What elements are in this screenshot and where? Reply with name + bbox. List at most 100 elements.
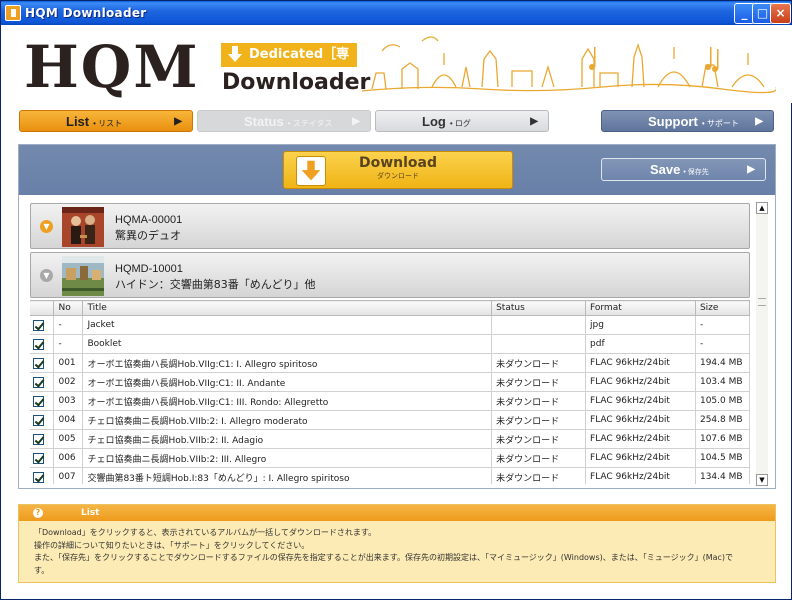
album-cover [62, 256, 104, 296]
cell-title: チェロ協奏曲ニ長調Hob.VIIb:2: III. Allegro [82, 448, 493, 468]
cell-no: 004 [53, 410, 84, 430]
tab-support[interactable]: Support • サポート ▶ [601, 110, 774, 132]
cell-status: 未ダウンロード [491, 391, 587, 411]
table-row[interactable]: 007 交響曲第83番ト短調Hob.I:83「めんどり」: I. Allegro … [30, 467, 751, 484]
save-button[interactable]: Save • 保存先 ▶ [601, 158, 766, 181]
tab-log-label: Log [422, 114, 446, 129]
panel-toolbar: Download ダウンロード Save • 保存先 ▶ [19, 145, 775, 195]
column-header-no[interactable]: No [53, 300, 84, 316]
cell-no: 001 [53, 353, 84, 373]
row-checkbox[interactable] [33, 339, 44, 350]
row-checkbox[interactable] [33, 453, 44, 464]
album-row[interactable]: ▼ HQMA-00001 驚異のデュオ [30, 203, 750, 249]
tab-status[interactable]: Status • ステイタス ▶ [197, 110, 371, 132]
cell-size: 254.8 MB [694, 410, 751, 430]
cell-no: - [53, 334, 84, 354]
tab-support-jp: • サポート [701, 119, 739, 128]
table-row[interactable]: 005 チェロ協奏曲ニ長調Hob.VIIb:2: II. Adagio 未ダウンロー… [30, 429, 751, 449]
cell-format: jpg [585, 315, 696, 335]
album-name: 驚異のデュオ [115, 229, 181, 242]
cell-no: 003 [53, 391, 84, 411]
cell-size: 107.6 MB [694, 429, 751, 449]
download-button[interactable]: Download ダウンロード [283, 151, 513, 189]
tab-log-jp: • ログ [449, 119, 471, 128]
download-arrow-icon [228, 46, 242, 62]
cell-title: Booklet [82, 334, 493, 354]
scroll-grip[interactable] [758, 298, 766, 306]
cell-size: - [694, 315, 751, 335]
album-panel: Download ダウンロード Save • 保存先 ▶ ▼ HQMA-00001 [18, 144, 776, 489]
cell-no: - [53, 315, 84, 335]
cell-no: 007 [53, 467, 84, 484]
row-checkbox[interactable] [33, 434, 44, 445]
column-header-status[interactable]: Status [491, 300, 587, 316]
tab-log[interactable]: Log • ログ ▶ [375, 110, 549, 132]
cell-title: 交響曲第83番ト短調Hob.I:83「めんどり」: I. Allegro spi… [82, 467, 493, 484]
scroll-up-arrow-icon[interactable]: ▲ [756, 202, 768, 214]
close-button[interactable]: × [770, 3, 791, 24]
cell-title: オーボエ協奏曲ハ長調Hob.VIIg:C1: II. Andante [82, 372, 493, 392]
help-question-icon: ? [33, 508, 43, 518]
tab-list[interactable]: List • リスト ▶ [19, 110, 193, 132]
row-checkbox-cell [30, 372, 55, 392]
cell-title: チェロ協奏曲ニ長調Hob.VIIb:2: II. Adagio [82, 429, 493, 449]
cell-size: - [694, 334, 751, 354]
cell-no: 002 [53, 372, 84, 392]
row-checkbox[interactable] [33, 320, 44, 331]
table-row[interactable]: 003 オーボエ協奏曲ハ長調Hob.VIIg:C1: III. Rondo: Al… [30, 391, 751, 411]
table-row[interactable]: 004 チェロ協奏曲ニ長調Hob.VIIb:2: I. Allegro moder… [30, 410, 751, 430]
table-row[interactable]: 002 オーボエ協奏曲ハ長調Hob.VIIg:C1: II. Andante 未ダウ… [30, 372, 751, 392]
row-checkbox-cell [30, 315, 55, 335]
row-checkbox-cell [30, 353, 55, 373]
cell-status: 未ダウンロード [491, 448, 587, 468]
cell-format: FLAC 96kHz/24bit [585, 429, 696, 449]
column-header-size[interactable]: Size [694, 300, 751, 316]
download-icon [296, 156, 326, 186]
column-header-format[interactable]: Format [585, 300, 696, 316]
table-row[interactable]: - Jacket jpg - [30, 315, 751, 335]
row-checkbox[interactable] [33, 377, 44, 388]
app-window: HQM Downloader _ □ × HQM Dedicated［専用］ D… [0, 0, 792, 600]
play-arrow-icon: ▶ [352, 116, 360, 127]
app-icon [5, 5, 21, 21]
title-bar: HQM Downloader _ □ × [1, 1, 791, 25]
tab-support-label: Support [648, 114, 698, 129]
chevron-down-icon[interactable]: ▼ [40, 220, 53, 233]
cell-size: 105.0 MB [694, 391, 751, 411]
cell-title: チェロ協奏曲ニ長調Hob.VIIb:2: I. Allegro moderato [82, 410, 493, 430]
row-checkbox[interactable] [33, 415, 44, 426]
row-checkbox[interactable] [33, 472, 44, 483]
tab-status-label: Status [244, 114, 284, 129]
hqm-logo: HQM [24, 33, 200, 101]
save-label: Save [650, 162, 681, 177]
scroll-down-arrow-icon[interactable]: ▼ [756, 474, 768, 486]
album-name: ハイドン：交響曲第83番「めんどり」他 [115, 278, 316, 291]
vertical-scrollbar[interactable]: ▲ ▼ [756, 202, 768, 486]
chevron-down-icon[interactable]: ▼ [40, 269, 53, 282]
help-line: 操作の詳細について知りたいときは、「サポート」をクリックしてください。 [34, 540, 310, 550]
cell-size: 104.5 MB [694, 448, 751, 468]
cell-size: 134.4 MB [694, 467, 751, 484]
cell-format: FLAC 96kHz/24bit [585, 410, 696, 430]
cell-status: 未ダウンロード [491, 372, 587, 392]
play-arrow-icon: ▶ [755, 116, 763, 127]
album-code: HQMD-10001 [115, 263, 183, 275]
row-checkbox[interactable] [33, 358, 44, 369]
cell-format: FLAC 96kHz/24bit [585, 448, 696, 468]
table-row[interactable]: - Booklet pdf - [30, 334, 751, 354]
column-header-title[interactable]: Title [82, 300, 493, 316]
cell-status: 未ダウンロード [491, 429, 587, 449]
window-title: HQM Downloader [25, 6, 147, 20]
cell-size: 103.4 MB [694, 372, 751, 392]
table-row[interactable]: 001 オーボエ協奏曲ハ長調Hob.VIIg:C1: I. Allegro spi… [30, 353, 751, 373]
cell-format: FLAC 96kHz/24bit [585, 372, 696, 392]
help-panel: ? List 「Download」をクリックすると、表示されているアルバムが一括… [18, 504, 776, 583]
help-line: また、「保存先」をクリックすることでダウンロードするファイルの保存先を指定するこ… [34, 553, 734, 562]
cell-status: 未ダウンロード [491, 467, 587, 484]
table-row[interactable]: 006 チェロ協奏曲ニ長調Hob.VIIb:2: III. Allegro 未ダウン… [30, 448, 751, 468]
album-row[interactable]: ▼ HQMD-10001 ハイドン：交響曲第83番「めんどり」他 [30, 252, 750, 298]
help-line: 「Download」をクリックすると、表示されているアルバムが一括してダウンロー… [34, 528, 377, 537]
row-checkbox-cell [30, 334, 55, 354]
row-checkbox[interactable] [33, 396, 44, 407]
cell-no: 005 [53, 429, 84, 449]
